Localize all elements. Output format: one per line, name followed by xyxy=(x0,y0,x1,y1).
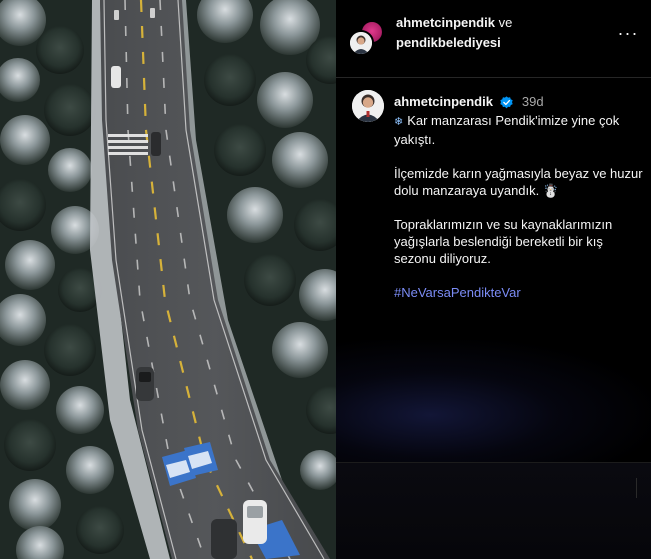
caption-line-1: Kar manzarası Pendik'imize yine çok yakı… xyxy=(394,113,620,147)
collab-usernames: ahmetcinpendik ve pendikbelediyesi xyxy=(396,13,512,53)
post-header: ahmetcinpendik ve pendikbelediyesi ··· xyxy=(336,0,651,78)
header-username-1[interactable]: ahmetcinpendik xyxy=(396,15,495,30)
more-options-button[interactable]: ··· xyxy=(617,23,639,46)
caption-username[interactable]: ahmetcinpendik xyxy=(394,92,493,112)
person-photo-icon xyxy=(350,32,372,54)
caption-body: ahmetcinpendik 39d ❄ Kar manzarası Pendik… xyxy=(394,92,644,301)
header-conjunction: ve xyxy=(498,15,513,30)
collab-avatars[interactable] xyxy=(348,18,388,58)
header-username-2[interactable]: pendikbelediyesi xyxy=(396,33,512,53)
action-bar xyxy=(336,462,651,559)
divider xyxy=(636,478,637,498)
verified-badge-icon xyxy=(500,95,514,108)
caption-paragraph-2: İlçemizde karın yağmasıyla beyaz ve huzu… xyxy=(394,166,643,198)
caption-avatar[interactable] xyxy=(352,90,384,122)
post-image[interactable] xyxy=(0,0,336,559)
comments-area xyxy=(336,340,651,465)
hashtag-link[interactable]: #NeVarsaPendikteVar xyxy=(394,284,644,301)
ahmetcinpendik-avatar[interactable] xyxy=(348,30,374,56)
more-horizontal-icon: ··· xyxy=(617,23,639,43)
snowflake-icon: ❄ xyxy=(394,116,404,128)
post-panel: ahmetcinpendik ve pendikbelediyesi ··· a… xyxy=(336,0,651,559)
person-photo-icon xyxy=(352,90,384,122)
caption-text: ❄ Kar manzarası Pendik'imize yine çok yak… xyxy=(394,112,644,301)
caption-paragraph-3: Topraklarımızın ve su kaynaklarımızın ya… xyxy=(394,217,613,266)
post-time[interactable]: 39d xyxy=(522,94,544,109)
aerial-snowy-road-image xyxy=(0,0,336,559)
